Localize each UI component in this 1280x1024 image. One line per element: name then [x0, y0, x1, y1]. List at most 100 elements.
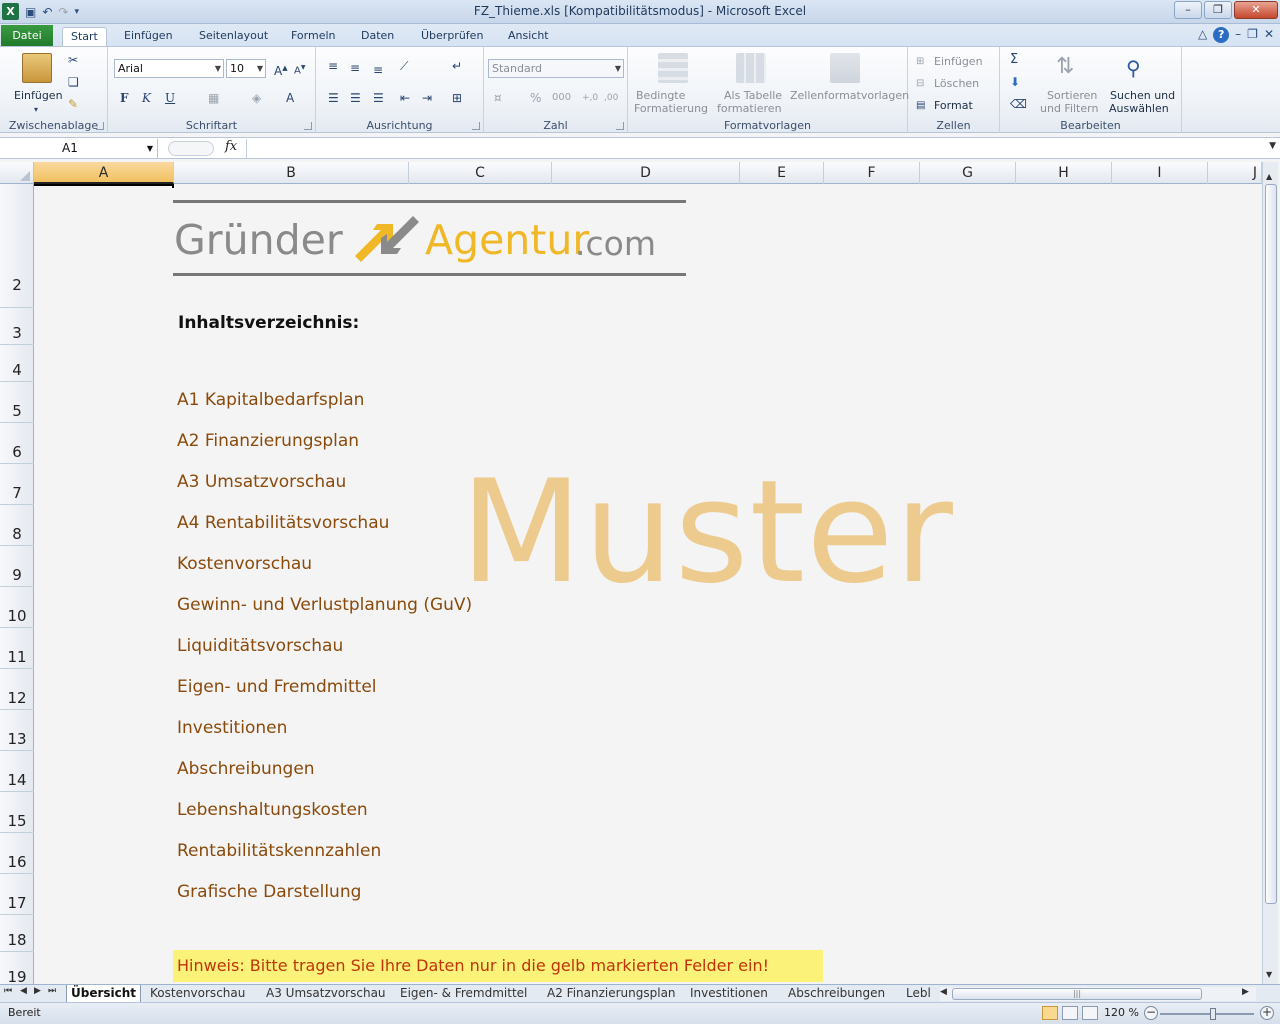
toc-link-rentabilitaetskennzahlen[interactable]: Rentabilitätskennzahlen	[177, 841, 381, 861]
row-header[interactable]: 4	[0, 345, 34, 382]
toc-link-abschreibungen[interactable]: Abschreibungen	[177, 759, 315, 779]
tab-daten[interactable]: Daten	[353, 27, 402, 47]
scroll-right-icon[interactable]: ▶	[1242, 987, 1249, 997]
last-sheet-icon[interactable]: ⏭	[48, 986, 56, 996]
align-center-icon[interactable]: ☰	[350, 91, 361, 105]
zoom-slider[interactable]	[1160, 1008, 1254, 1020]
sort-filter-icon[interactable]: ⇅	[1056, 53, 1074, 81]
cut-icon[interactable]: ✂	[68, 53, 78, 67]
column-header-f[interactable]: F	[824, 162, 920, 184]
currency-icon[interactable]: ¤	[494, 91, 502, 105]
vertical-scrollbar[interactable]: ▲ ▼	[1262, 162, 1278, 984]
autosum-button[interactable]: Σ	[1010, 53, 1018, 67]
first-sheet-icon[interactable]: ⏮	[4, 986, 12, 996]
tab-seitenlayout[interactable]: Seitenlayout	[191, 27, 276, 47]
workbook-minimize-icon[interactable]: –	[1235, 27, 1241, 43]
column-header-e[interactable]: E	[740, 162, 824, 184]
minimize-ribbon-icon[interactable]: △	[1198, 27, 1207, 43]
conditional-formatting-label-1[interactable]: Bedingte	[636, 89, 685, 102]
toc-link-rentabilitaetsvorschau[interactable]: A4 Rentabilitätsvorschau	[177, 513, 389, 533]
row-header[interactable]: 17	[0, 874, 34, 915]
row-header[interactable]: 15	[0, 792, 34, 833]
insert-cells-icon[interactable]: ⊞	[916, 55, 924, 69]
font-size-select[interactable]: 10 ▼	[226, 59, 266, 78]
zoom-level[interactable]: 120 %	[1104, 1006, 1139, 1019]
toc-link-kostenvorschau[interactable]: Kostenvorschau	[177, 554, 312, 574]
workbook-restore-icon[interactable]: ❐	[1247, 27, 1258, 43]
expand-formula-bar-icon[interactable]: ▼	[1269, 141, 1276, 151]
worksheet-grid[interactable]: Gründer Agentur .com Inhaltsverzeichnis:…	[34, 184, 1262, 984]
number-launcher-icon[interactable]	[616, 122, 624, 130]
column-header-d[interactable]: D	[552, 162, 740, 184]
toc-link-liquiditaetsvorschau[interactable]: Liquiditätsvorschau	[177, 636, 343, 656]
row-header[interactable]: 16	[0, 833, 34, 874]
format-cells-icon[interactable]: ▤	[916, 99, 925, 113]
alignment-launcher-icon[interactable]	[472, 122, 480, 130]
formula-input[interactable]	[246, 139, 1262, 158]
increase-indent-icon[interactable]: ⇥	[422, 91, 432, 105]
conditional-formatting-label-2[interactable]: Formatierung	[634, 102, 708, 115]
insert-function-button[interactable]: fx	[225, 139, 237, 154]
vertical-scroll-thumb[interactable]	[1265, 184, 1277, 904]
workbook-close-icon[interactable]: ✕	[1264, 27, 1274, 43]
border-icon[interactable]: ▦	[208, 91, 219, 105]
clear-icon[interactable]: ⌫	[1010, 97, 1027, 111]
sheet-tab-abschreibungen[interactable]: Abschreibungen	[784, 985, 889, 1002]
name-box[interactable]: A1 ▼	[2, 139, 158, 158]
align-left-icon[interactable]: ☰	[328, 91, 339, 105]
sort-filter-label-2[interactable]: und Filtern	[1040, 102, 1098, 115]
column-header-b[interactable]: B	[174, 162, 409, 184]
align-right-icon[interactable]: ☰	[373, 91, 384, 105]
insert-cells-button[interactable]: Einfügen	[934, 55, 983, 68]
sheet-tab-uebersicht[interactable]: Übersicht	[66, 985, 142, 1002]
tab-ueberpruefen[interactable]: Überprüfen	[413, 27, 491, 47]
fill-icon[interactable]: ⬇	[1010, 75, 1020, 89]
thousands-button[interactable]: 000	[552, 91, 571, 105]
close-button[interactable]: ✕	[1234, 1, 1278, 19]
horizontal-scrollbar[interactable]: ◀ ||| ▶	[940, 987, 1256, 1001]
column-header-i[interactable]: I	[1112, 162, 1208, 184]
sheet-tab-lebenshaltungskosten[interactable]: Lebl	[902, 985, 932, 1002]
paste-button[interactable]: Einfügen	[14, 89, 63, 102]
toc-link-finanzierungsplan[interactable]: A2 Finanzierungsplan	[177, 431, 359, 451]
toc-link-lebenshaltungskosten[interactable]: Lebenshaltungskosten	[177, 800, 368, 820]
clipboard-launcher-icon[interactable]	[96, 122, 104, 130]
sheet-tab-kostenvorschau[interactable]: Kostenvorschau	[146, 985, 249, 1002]
increase-decimal-icon[interactable]: +,0	[582, 91, 598, 105]
delete-cells-icon[interactable]: ⊟	[916, 77, 924, 91]
underline-button[interactable]: U	[165, 91, 175, 105]
scroll-up-icon[interactable]: ▲	[1266, 172, 1272, 181]
font-color-icon[interactable]: A	[286, 91, 294, 105]
align-bottom-icon[interactable]: ≡	[373, 63, 383, 77]
grow-font-icon[interactable]: A▲	[274, 61, 288, 78]
align-middle-icon[interactable]: ≡	[350, 61, 360, 75]
row-header[interactable]: 10	[0, 587, 34, 628]
toc-link-guv[interactable]: Gewinn- und Verlustplanung (GuV)	[177, 595, 472, 615]
tab-formeln[interactable]: Formeln	[283, 27, 344, 47]
prev-sheet-icon[interactable]: ◀	[20, 986, 27, 996]
row-header[interactable]: 2	[0, 184, 34, 308]
zoom-slider-knob[interactable]	[1210, 1008, 1216, 1020]
bold-button[interactable]: F	[120, 91, 129, 105]
column-header-c[interactable]: C	[409, 162, 552, 184]
next-sheet-icon[interactable]: ▶	[34, 986, 41, 996]
toc-link-investitionen[interactable]: Investitionen	[177, 718, 287, 738]
toc-link-grafische-darstellung[interactable]: Grafische Darstellung	[177, 882, 361, 902]
shrink-font-icon[interactable]: A▼	[294, 61, 305, 78]
tab-datei[interactable]: Datei	[1, 25, 53, 47]
column-header-h[interactable]: H	[1016, 162, 1112, 184]
conditional-formatting-icon[interactable]	[658, 53, 688, 83]
column-header-j[interactable]: J	[1208, 162, 1262, 184]
minimize-button[interactable]: –	[1174, 1, 1202, 19]
row-header[interactable]: 18	[0, 915, 34, 952]
sheet-tab-umsatzvorschau[interactable]: A3 Umsatzvorschau	[262, 985, 390, 1002]
page-layout-view-icon[interactable]	[1062, 1006, 1078, 1020]
sheet-tab-eigen-fremdmittel[interactable]: Eigen- & Fremdmittel	[396, 985, 531, 1002]
help-icon[interactable]: ?	[1213, 27, 1230, 43]
find-binoculars-icon[interactable]: ⚲	[1126, 55, 1141, 81]
row-header[interactable]: 6	[0, 423, 34, 464]
delete-cells-button[interactable]: Löschen	[934, 77, 979, 90]
find-select-label-2[interactable]: Auswählen	[1109, 102, 1169, 115]
horizontal-scroll-thumb[interactable]: |||	[952, 988, 1202, 1000]
row-header[interactable]: 9	[0, 546, 34, 587]
